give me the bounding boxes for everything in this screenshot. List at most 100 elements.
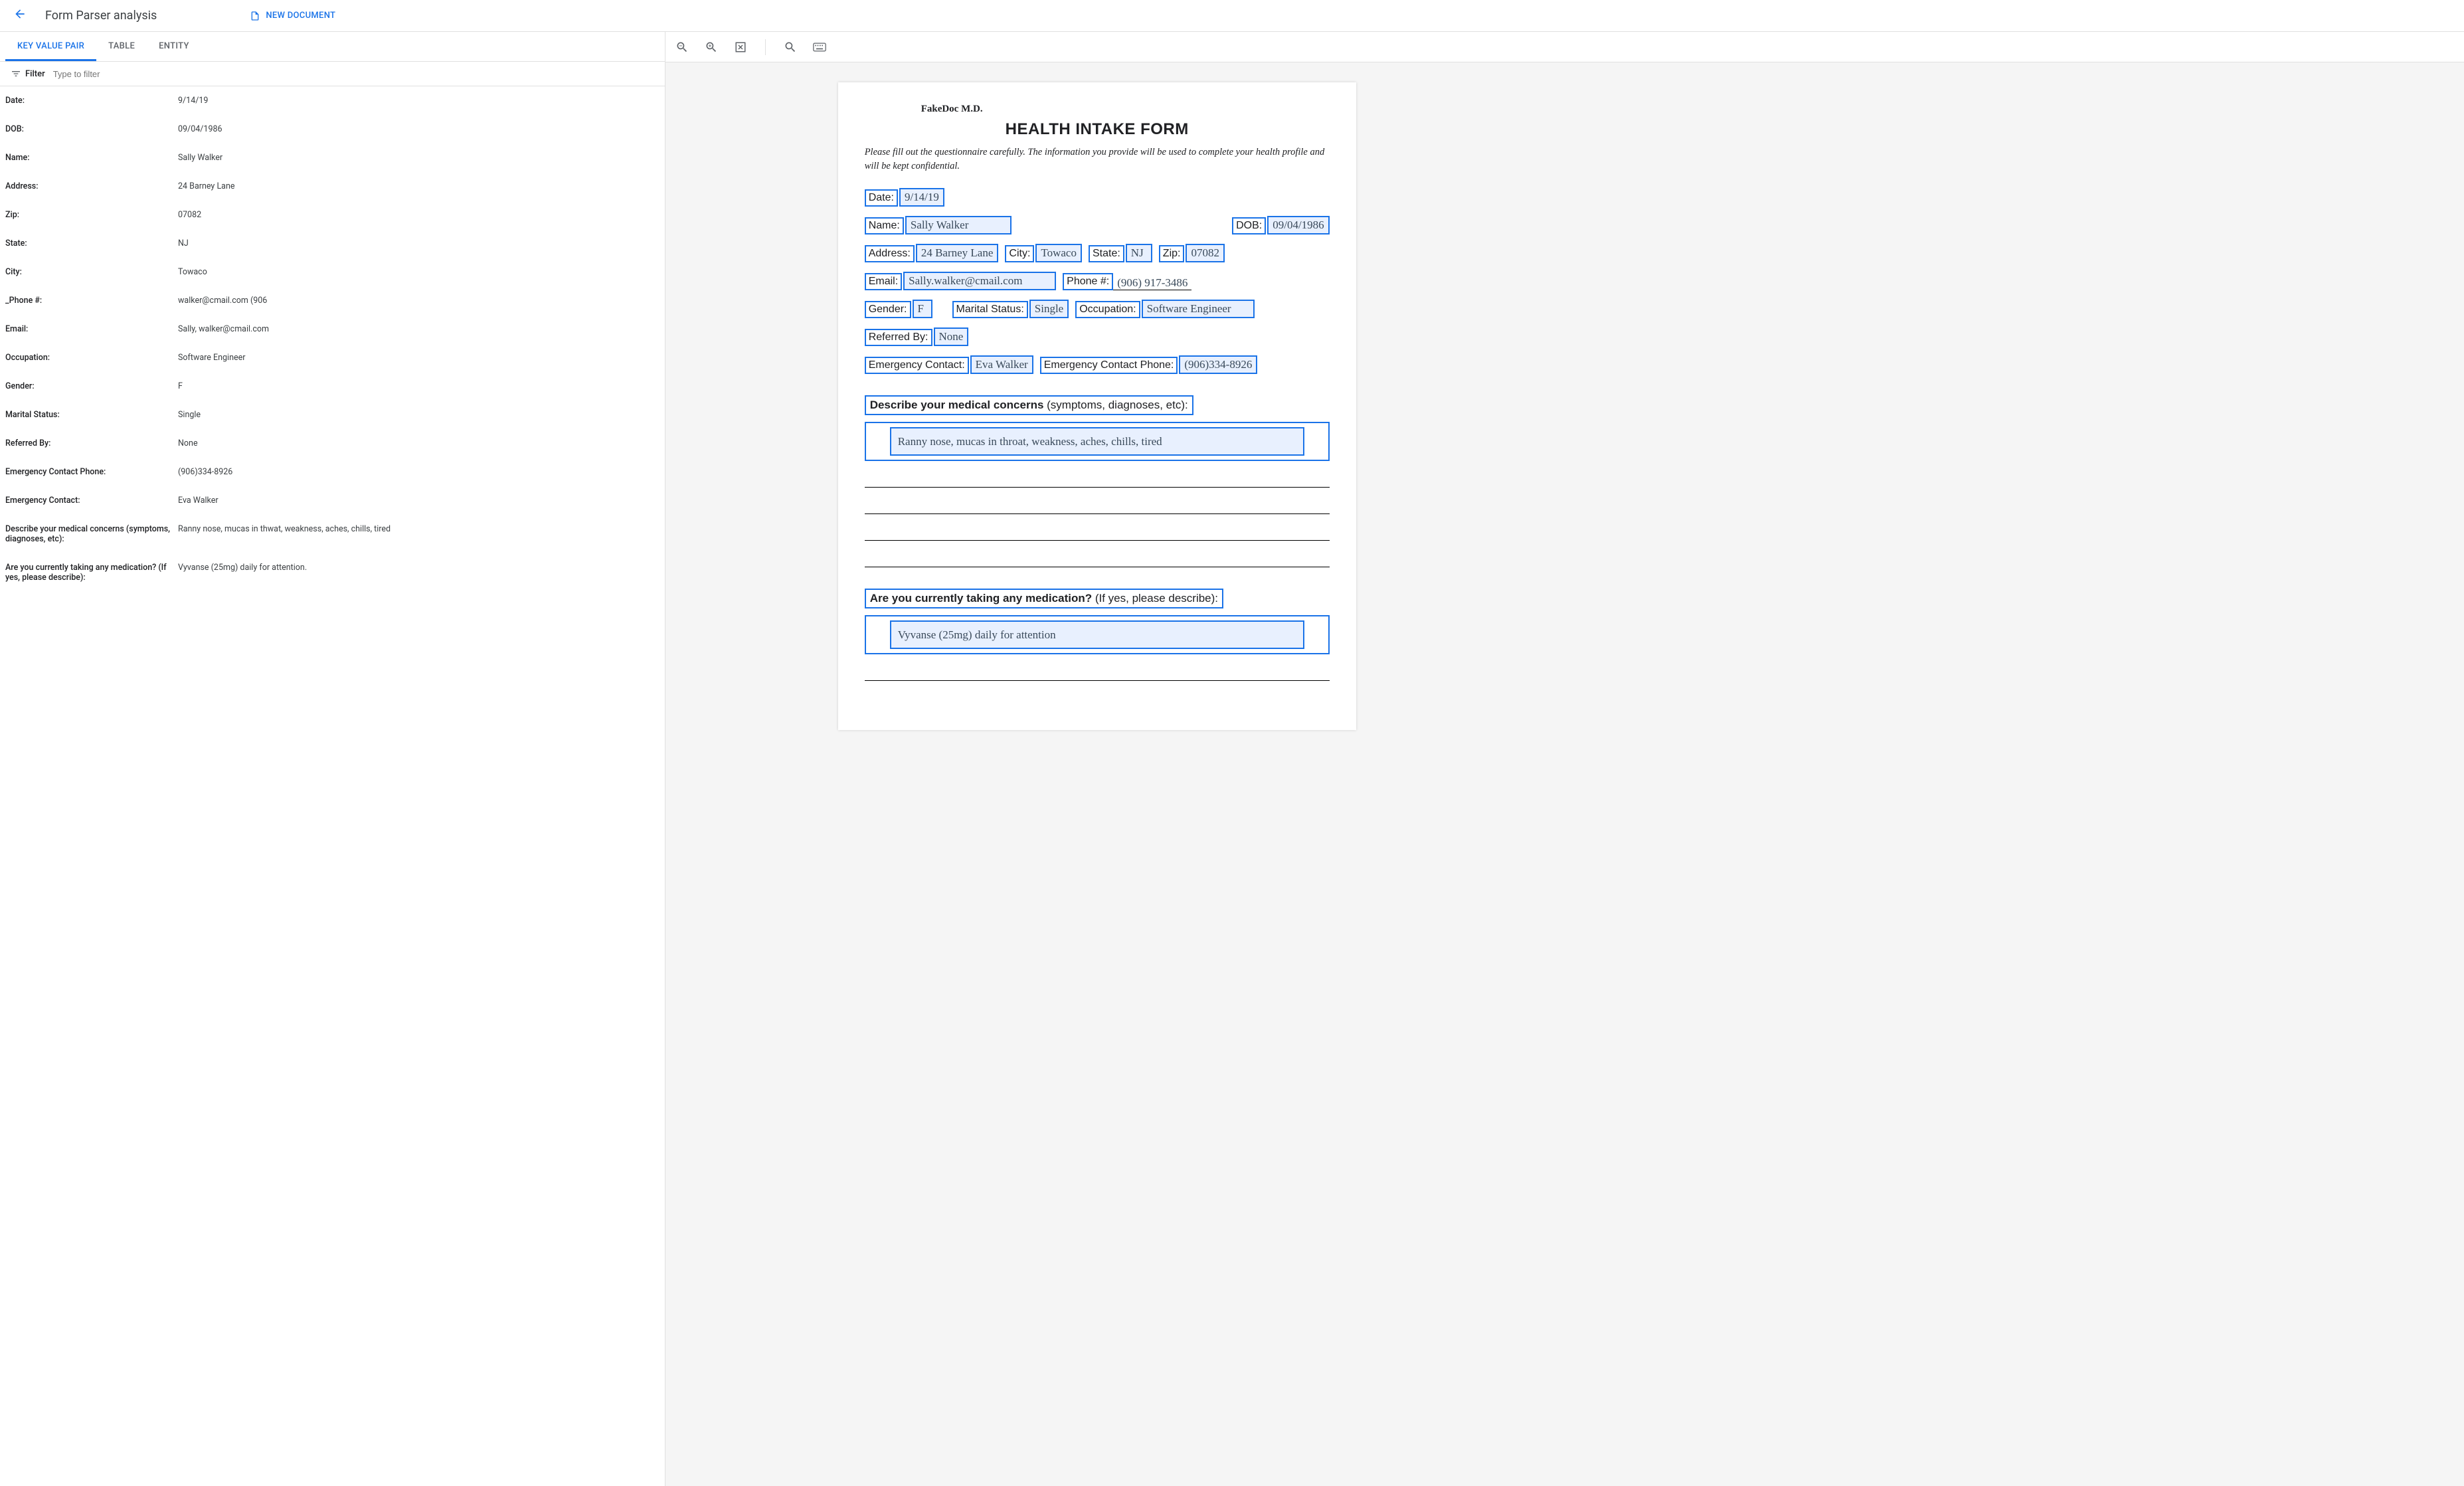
kv-row[interactable]: Zip:07082 [0, 201, 665, 229]
kv-row[interactable]: Emergency Contact:Eva Walker [0, 486, 665, 515]
kv-value: Software Engineer [178, 353, 658, 363]
search-icon[interactable] [783, 40, 798, 54]
kv-row[interactable]: Email:Sally, walker@cmail.com [0, 315, 665, 343]
tab-table[interactable]: TABLE [96, 32, 147, 61]
filter-bar: Filter [0, 62, 665, 86]
kv-row[interactable]: City:Towaco [0, 258, 665, 286]
filter-input[interactable] [53, 69, 654, 79]
kv-row[interactable]: Occupation:Software Engineer [0, 343, 665, 372]
filter-icon [11, 68, 21, 79]
tabs-bar: KEY VALUE PAIR TABLE ENTITY [0, 32, 665, 62]
kv-row[interactable]: Emergency Contact Phone:(906)334-8926 [0, 458, 665, 486]
value-occupation: Software Engineer [1142, 300, 1255, 318]
section-medication-label: Are you currently taking any medication?… [865, 589, 1223, 608]
kv-value: Ranny nose, mucas in thwat, weakness, ac… [178, 524, 658, 544]
kv-key: Describe your medical concerns (symptoms… [5, 524, 178, 544]
kv-key: Name: [5, 153, 178, 163]
value-concerns: Ranny nose, mucas in throat, weakness, a… [890, 427, 1304, 456]
kv-key: Email: [5, 324, 178, 334]
kv-row[interactable]: Name:Sally Walker [0, 143, 665, 172]
label-state: State: [1089, 245, 1124, 262]
new-document-button[interactable]: NEW DOCUMENT [250, 11, 335, 21]
fit-icon[interactable] [733, 40, 748, 54]
label-marital: Marital Status: [952, 301, 1028, 318]
kv-row[interactable]: Date:9/14/19 [0, 86, 665, 115]
value-emc: Eva Walker [970, 355, 1033, 374]
kv-row[interactable]: Marital Status:Single [0, 401, 665, 429]
label-occupation: Occupation: [1075, 301, 1140, 318]
kv-key: Referred By: [5, 438, 178, 448]
document-page: FakeDoc M.D. HEALTH INTAKE FORM Please f… [838, 82, 1356, 730]
value-referred: None [934, 327, 969, 346]
label-emcp: Emergency Contact Phone: [1040, 357, 1178, 374]
kv-row[interactable]: _Phone #:walker@cmail.com (906 [0, 286, 665, 315]
kv-value: walker@cmail.com (906 [178, 296, 658, 306]
tab-key-value-pair[interactable]: KEY VALUE PAIR [5, 32, 96, 61]
kv-key: Emergency Contact Phone: [5, 467, 178, 477]
viewer-toolbar [665, 32, 2464, 62]
kv-value: Vyvanse (25mg) daily for attention. [178, 563, 658, 583]
back-arrow-icon[interactable] [13, 7, 27, 24]
form-title: HEALTH INTAKE FORM [865, 120, 1330, 139]
blank-line [865, 470, 1330, 488]
label-dob: DOB: [1232, 217, 1266, 234]
kv-value: Sally, walker@cmail.com [178, 324, 658, 334]
kv-row[interactable]: Referred By:None [0, 429, 665, 458]
kv-key: Are you currently taking any medication?… [5, 563, 178, 583]
kv-row[interactable]: Are you currently taking any medication?… [0, 553, 665, 592]
tab-entity[interactable]: ENTITY [147, 32, 201, 61]
label-email: Email: [865, 273, 902, 290]
value-date: 9/14/19 [899, 188, 944, 207]
filter-label: Filter [25, 69, 45, 79]
kv-value: Towaco [178, 267, 658, 277]
kv-value: F [178, 381, 658, 391]
label-city: City: [1005, 245, 1034, 262]
label-name: Name: [865, 217, 904, 234]
kv-value: NJ [178, 238, 658, 248]
kv-key: _Phone #: [5, 296, 178, 306]
kv-value: 24 Barney Lane [178, 181, 658, 191]
kv-value: Eva Walker [178, 496, 658, 506]
page-title: Form Parser analysis [45, 9, 157, 23]
app-header: Form Parser analysis NEW DOCUMENT [0, 0, 2464, 32]
value-zip: 07082 [1186, 244, 1225, 262]
kv-value: Single [178, 410, 658, 420]
label-referred: Referred By: [865, 329, 932, 346]
kv-key: Zip: [5, 210, 178, 220]
key-value-list: Date:9/14/19DOB:09/04/1986Name:Sally Wal… [0, 86, 665, 1486]
kv-key: City: [5, 267, 178, 277]
kv-row[interactable]: State:NJ [0, 229, 665, 258]
kv-key: Emergency Contact: [5, 496, 178, 506]
kv-row[interactable]: Describe your medical concerns (symptoms… [0, 515, 665, 553]
kv-key: Address: [5, 181, 178, 191]
kv-key: DOB: [5, 124, 178, 134]
right-panel: FakeDoc M.D. HEALTH INTAKE FORM Please f… [665, 32, 2464, 1486]
zoom-in-icon[interactable] [704, 40, 719, 54]
document-icon [250, 11, 260, 21]
label-zip: Zip: [1159, 245, 1185, 262]
value-medication: Vyvanse (25mg) daily for attention [890, 620, 1304, 649]
value-marital: Single [1029, 300, 1069, 318]
document-viewer[interactable]: FakeDoc M.D. HEALTH INTAKE FORM Please f… [665, 62, 2464, 1486]
kv-value: 07082 [178, 210, 658, 220]
kv-row[interactable]: Gender:F [0, 372, 665, 401]
value-emcp: (906)334-8926 [1179, 355, 1257, 374]
kv-value: 09/04/1986 [178, 124, 658, 134]
kv-value: None [178, 438, 658, 448]
zoom-out-icon[interactable] [675, 40, 689, 54]
label-gender: Gender: [865, 301, 911, 318]
kv-value: Sally Walker [178, 153, 658, 163]
concerns-container: Ranny nose, mucas in throat, weakness, a… [865, 422, 1330, 461]
value-name: Sally Walker [905, 216, 1012, 234]
label-emc: Emergency Contact: [865, 357, 969, 374]
new-document-label: NEW DOCUMENT [266, 11, 335, 21]
provider-name: FakeDoc M.D. [921, 104, 1330, 115]
keyboard-icon[interactable] [812, 40, 827, 54]
blank-line [865, 523, 1330, 541]
kv-row[interactable]: Address:24 Barney Lane [0, 172, 665, 201]
value-dob: 09/04/1986 [1267, 216, 1329, 234]
value-city: Towaco [1035, 244, 1082, 262]
medication-container: Vyvanse (25mg) daily for attention [865, 615, 1330, 654]
kv-row[interactable]: DOB:09/04/1986 [0, 115, 665, 143]
blank-line [865, 550, 1330, 567]
